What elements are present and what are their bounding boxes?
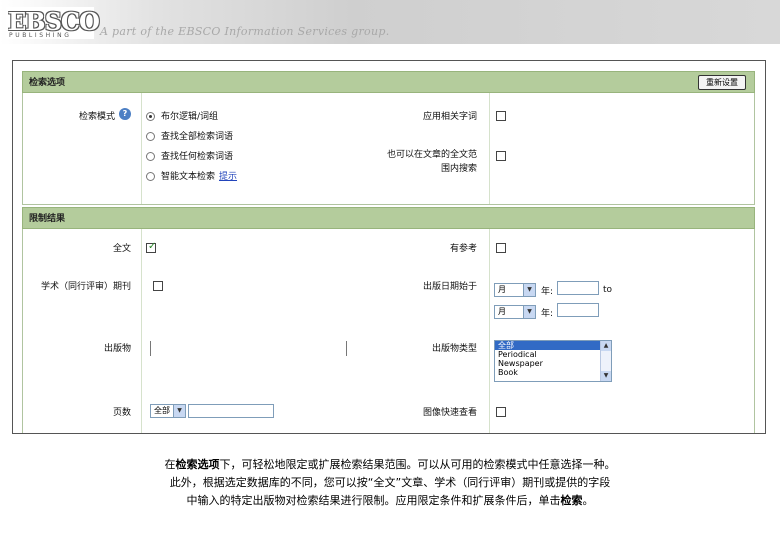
limit-results-body: 全文 ✓ 有参考 学术（同行评审）期刊 出版日期始于 月 ▼ 年: to 月 ▼… — [22, 229, 755, 433]
chevron-up-icon[interactable]: ▲ — [601, 341, 611, 351]
start-month-select[interactable]: 月 ▼ — [494, 283, 536, 297]
ebsco-logo: EBSCO PUBLISHING — [6, 7, 100, 39]
logo-subtext: PUBLISHING — [9, 32, 72, 39]
caption-text: 下，可轻松地限定或扩展检索结果范围。可以从可用的检索模式中任意选择一种。 — [219, 458, 616, 471]
pub-type-listbox[interactable]: 全部 Periodical Newspaper Book ▲ ▼ — [494, 340, 612, 382]
peer-reviewed-checkbox[interactable] — [153, 281, 163, 291]
chevron-down-icon[interactable]: ▼ — [173, 405, 185, 417]
list-item[interactable]: Book — [495, 368, 611, 377]
list-item[interactable]: Periodical — [495, 350, 611, 359]
limit-results-header: 限制结果 — [22, 207, 755, 229]
pages-label: 页数 — [112, 408, 131, 418]
search-options-body: 检索模式 ? 布尔逻辑/词组 查找全部检索词语 查找任何检索词语 智能文本检索提… — [22, 93, 755, 205]
reset-button[interactable]: 重新设置 — [698, 75, 746, 90]
select-value: 月 — [498, 285, 506, 294]
radio-selected-icon[interactable] — [146, 112, 155, 121]
select-value: 全部 — [154, 406, 170, 415]
publication-label: 出版物 — [103, 344, 131, 354]
column-divider — [141, 229, 142, 433]
start-year-label: 年: — [541, 287, 554, 297]
fulltext-search-label-line2: 围内搜索 — [440, 164, 477, 174]
image-quick-view-checkbox[interactable] — [496, 407, 506, 417]
pages-input[interactable] — [188, 404, 274, 418]
chevron-down-icon[interactable]: ▼ — [523, 284, 535, 296]
search-mode-any-words[interactable]: 查找任何检索词语 — [146, 149, 233, 162]
caption-text: 。 — [582, 494, 594, 507]
caption-line-1: 在检索选项下，可轻松地限定或扩展检索结果范围。可以从可用的检索模式中任意选择一种… — [0, 456, 780, 474]
search-options-title: 检索选项 — [29, 78, 66, 88]
end-year-label: 年: — [541, 309, 554, 319]
radio-label: 智能文本检索 — [161, 172, 216, 182]
caption-text: 中输入的特定出版物对检索结果进行限制。应用限定条件和扩展条件后，单击 — [186, 494, 561, 507]
to-label: to — [603, 285, 613, 295]
check-icon: ✓ — [148, 241, 157, 252]
fulltext-checkbox[interactable]: ✓ — [146, 241, 157, 253]
radio-icon[interactable] — [146, 172, 155, 181]
hint-link[interactable]: 提示 — [219, 172, 237, 182]
radio-label: 查找全部检索词语 — [161, 132, 234, 142]
pages-select[interactable]: 全部 ▼ — [150, 404, 186, 418]
help-icon[interactable]: ? — [119, 108, 131, 120]
publication-input[interactable] — [150, 341, 347, 356]
column-divider — [489, 93, 490, 204]
search-options-panel: 检索选项 重新设置 检索模式 ? 布尔逻辑/词组 查找全部检索词语 查找任何检索… — [12, 60, 766, 434]
search-mode-smarttext[interactable]: 智能文本检索 提示 — [146, 169, 237, 182]
header-banner: EBSCO PUBLISHING A part of the EBSCO Inf… — [0, 0, 780, 44]
caption-bold: 检索 — [560, 494, 583, 507]
image-quick-view-label: 图像快速查看 — [422, 408, 477, 418]
caption-bold: 检索选项 — [175, 458, 220, 471]
search-mode-label: 检索模式 — [78, 112, 115, 122]
radio-label: 查找任何检索词语 — [161, 152, 234, 162]
search-mode-boolean[interactable]: 布尔逻辑/词组 — [146, 109, 218, 122]
pub-date-label: 出版日期始于 — [422, 282, 477, 292]
search-options-header: 检索选项 重新设置 — [22, 71, 755, 93]
references-label: 有参考 — [449, 244, 477, 254]
list-item[interactable]: Newspaper — [495, 359, 611, 368]
caption-text: 在 — [164, 458, 176, 471]
search-mode-all-words[interactable]: 查找全部检索词语 — [146, 129, 233, 142]
related-words-checkbox[interactable] — [496, 111, 506, 121]
end-year-input[interactable] — [557, 303, 599, 317]
select-value: 月 — [498, 307, 506, 316]
radio-label: 布尔逻辑/词组 — [161, 112, 219, 122]
references-checkbox[interactable] — [496, 243, 506, 253]
radio-icon[interactable] — [146, 132, 155, 141]
fulltext-search-checkbox[interactable] — [496, 151, 506, 161]
pub-type-label: 出版物类型 — [431, 344, 477, 354]
radio-icon[interactable] — [146, 152, 155, 161]
fulltext-label: 全文 — [112, 244, 131, 254]
scrollbar[interactable]: ▲ ▼ — [600, 341, 611, 381]
header-tagline: A part of the EBSCO Information Services… — [100, 25, 390, 38]
start-year-input[interactable] — [557, 281, 599, 295]
fulltext-search-label-line1: 也可以在文章的全文范 — [386, 150, 477, 160]
end-month-select[interactable]: 月 ▼ — [494, 305, 536, 319]
chevron-down-icon[interactable]: ▼ — [523, 306, 535, 318]
limit-results-title: 限制结果 — [29, 214, 66, 224]
chevron-down-icon[interactable]: ▼ — [601, 371, 611, 381]
caption-line-3: 中输入的特定出版物对检索结果进行限制。应用限定条件和扩展条件后，单击检索。 — [0, 492, 780, 510]
caption-line-2: 此外，根据选定数据库的不同，您可以按“全文”文章、学术（同行评审）期刊或提供的字… — [169, 476, 611, 489]
peer-reviewed-label: 学术（同行评审）期刊 — [40, 282, 131, 292]
column-divider — [141, 93, 142, 204]
column-divider — [489, 229, 490, 433]
list-item[interactable]: 全部 — [495, 341, 611, 350]
related-words-label: 应用相关字词 — [422, 112, 477, 122]
